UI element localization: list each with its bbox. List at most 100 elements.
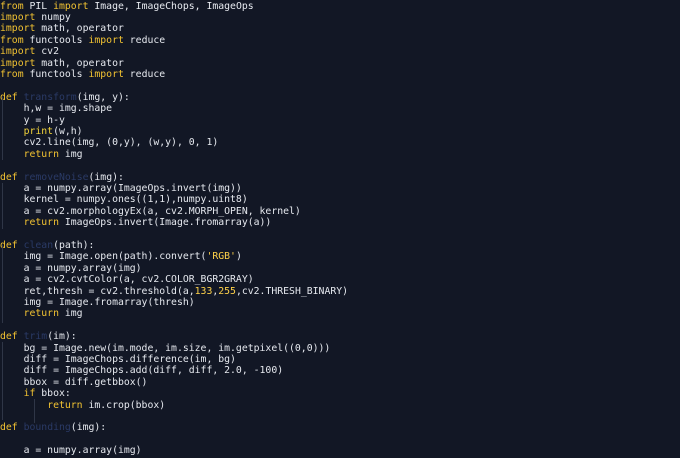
code-token: def — [0, 331, 18, 343]
code-token: a = numpy.array(ImageOps.invert(img)) — [0, 182, 242, 194]
code-token: (path): — [53, 239, 95, 251]
code-line[interactable]: img = Image.open(path).convert('RGB') — [0, 251, 242, 262]
code-token: print — [23, 125, 54, 137]
code-line[interactable]: y = h-y — [0, 115, 65, 126]
code-token: clean — [23, 239, 54, 251]
code-line[interactable]: a = numpy.array(img) — [0, 263, 142, 274]
code-token: 'RGB' — [206, 251, 236, 263]
code-token: im.crop(bbox) — [82, 399, 166, 411]
code-token: Image, ImageChops, ImageOps — [88, 0, 254, 12]
code-token: (im): — [47, 331, 77, 343]
code-token: return — [23, 217, 59, 229]
code-line[interactable]: a = numpy.array(ImageOps.invert(img)) — [0, 183, 242, 194]
code-token: def — [0, 422, 18, 434]
code-line[interactable]: img = Image.fromarray(thresh) — [0, 297, 195, 308]
code-line[interactable]: return im.crop(bbox) — [0, 400, 165, 411]
code-line[interactable]: return img — [0, 308, 83, 319]
code-token: cv2.line(img, (0,y), (w,y), 0, 1) — [0, 137, 219, 149]
code-token: functools — [23, 34, 89, 46]
code-line[interactable]: bg = Image.new(im.mode, im.size, im.getp… — [0, 342, 331, 354]
code-token: PIL — [23, 0, 54, 12]
code-line[interactable]: def removeNoise(img): — [0, 172, 124, 183]
code-token: transform — [23, 91, 77, 103]
code-token: return — [23, 308, 59, 320]
code-line[interactable]: diff = ImageChops.difference(im, bg) — [0, 354, 236, 365]
code-token: img — [58, 308, 83, 320]
code-token: a = numpy.array(img) — [0, 262, 142, 274]
code-token: import — [0, 23, 36, 35]
indent-guide — [34, 399, 35, 423]
code-token: if — [23, 388, 36, 400]
code-token: 133 — [194, 285, 213, 297]
code-line[interactable]: bbox = diff.getbbox() — [0, 376, 148, 388]
code-token: ,cv2.THRESH_BINARY) — [235, 285, 349, 297]
code-editor[interactable]: from PIL import Image, ImageChops, Image… — [0, 0, 680, 458]
code-line[interactable]: return ImageOps.invert(Image.fromarray(a… — [0, 217, 272, 229]
code-line[interactable]: def trim(im): — [0, 331, 77, 342]
indent-guide — [2, 245, 3, 323]
code-token: (img): — [88, 171, 124, 183]
code-line[interactable]: print(w,h) — [0, 126, 83, 137]
code-line[interactable]: import cv2 — [0, 46, 59, 57]
code-token: math, operator — [35, 57, 124, 69]
code-line[interactable]: if bbox: — [0, 388, 71, 399]
code-line[interactable]: def bounding(img): — [0, 422, 106, 433]
code-line[interactable]: from PIL import Image, ImageChops, Image… — [0, 1, 254, 12]
code-line[interactable]: cv2.line(img, (0,y), (w,y), 0, 1) — [0, 137, 219, 149]
code-token: bbox = diff.getbbox() — [0, 376, 148, 388]
code-line[interactable]: from functools import reduce — [0, 69, 165, 80]
code-token: numpy — [35, 11, 71, 23]
code-line[interactable]: a = numpy.array(img) — [0, 445, 142, 456]
code-line[interactable]: kernel = numpy.ones((1,1),numpy.uint8) — [0, 194, 248, 205]
code-line[interactable]: a = cv2.cvtColor(a, cv2.COLOR_BGR2GRAY) — [0, 274, 254, 285]
code-token: reduce — [123, 34, 166, 46]
code-token: import — [0, 46, 36, 58]
code-token: ImageOps.invert(Image.fromarray(a)) — [58, 217, 272, 229]
code-token: y = h-y — [0, 114, 65, 126]
code-token: img — [58, 148, 83, 160]
code-token: bbox: — [35, 388, 71, 400]
code-token: def — [0, 171, 18, 183]
code-token: return — [23, 148, 59, 160]
code-token: ) — [235, 251, 242, 263]
code-token: import — [0, 57, 36, 69]
indent-guide — [2, 183, 3, 229]
code-token: (img): — [70, 422, 107, 434]
code-token: reduce — [123, 68, 166, 80]
code-line[interactable]: diff = ImageChops.add(diff, diff, 2.0, -… — [0, 365, 284, 377]
code-line[interactable]: import math, operator — [0, 58, 124, 69]
code-line[interactable]: def transform(img, y): — [0, 92, 130, 103]
code-token: cv2 — [35, 46, 59, 58]
code-token: bg = Image.new(im.mode, im.size, im.getp… — [0, 342, 331, 354]
code-token: trim — [23, 331, 48, 343]
code-token: functools — [23, 68, 89, 80]
code-token: from — [0, 68, 24, 80]
code-line[interactable]: ret,thresh = cv2.threshold(a,133,255,cv2… — [0, 286, 348, 297]
code-token: return — [47, 399, 83, 411]
code-token: from — [0, 34, 24, 46]
code-line[interactable]: h,w = img.shape — [0, 103, 113, 114]
code-line[interactable]: import numpy — [0, 12, 71, 23]
code-token: import — [53, 0, 89, 12]
code-token: import — [88, 34, 124, 46]
code-token: a = cv2.cvtColor(a, cv2.COLOR_BGR2GRAY) — [0, 274, 254, 286]
code-line[interactable]: a = cv2.morphologyEx(a, cv2.MORPH_OPEN, … — [0, 206, 301, 217]
code-line[interactable]: import math, operator — [0, 23, 124, 34]
code-line[interactable]: from functools import reduce — [0, 35, 165, 46]
code-token: img = Image.open(path).convert( — [0, 251, 207, 263]
code-token: diff = ImageChops.add(diff, diff, 2.0, -… — [0, 365, 284, 377]
code-token: from — [0, 0, 24, 12]
code-token: 255 — [218, 285, 236, 297]
indent-guide — [2, 97, 3, 160]
code-token: removeNoise — [23, 171, 89, 183]
code-line[interactable]: return img — [0, 149, 83, 160]
code-token: import — [0, 11, 36, 23]
indent-guide — [2, 342, 3, 420]
code-line[interactable]: def clean(path): — [0, 240, 94, 251]
